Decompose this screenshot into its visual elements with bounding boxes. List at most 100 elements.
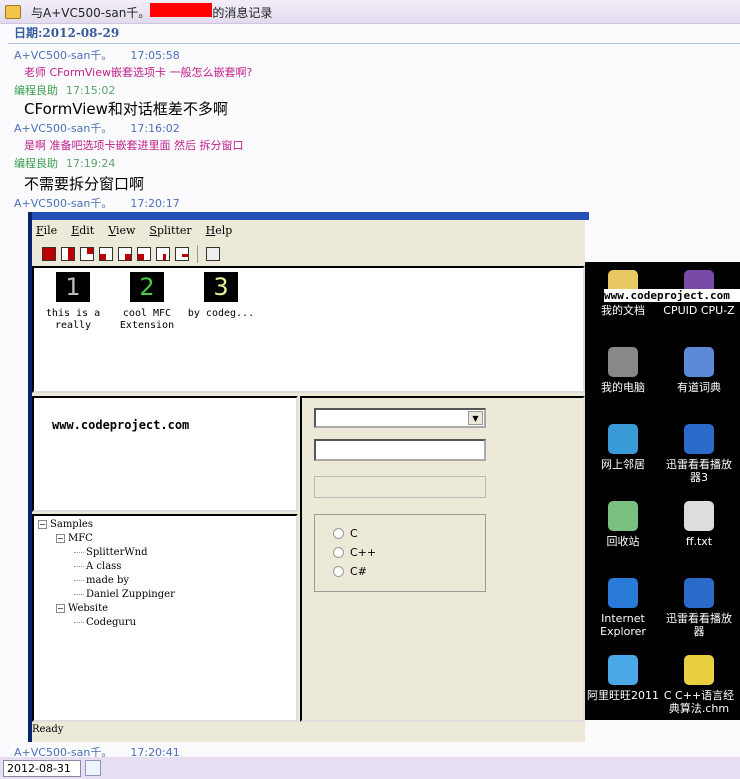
menu-item[interactable]: Splitter bbox=[149, 224, 191, 237]
desktop-icon[interactable]: Internet Explorer bbox=[587, 578, 659, 638]
date-heading: 日期:2012-08-29 bbox=[14, 26, 120, 40]
menu-mnemonic: V bbox=[108, 224, 116, 237]
date-input[interactable]: 2012-08-31 bbox=[3, 760, 81, 777]
message-time: 17:20:17 bbox=[130, 197, 180, 210]
menu-item[interactable]: View bbox=[108, 224, 135, 237]
tree-view: − Samples − MFC SplitterWnd A class made by Dan… bbox=[32, 514, 298, 722]
tree-line bbox=[74, 552, 84, 553]
menu-item[interactable]: Edit bbox=[71, 224, 94, 237]
split-layout-icon[interactable] bbox=[156, 247, 170, 261]
desktop-icon[interactable]: ff.txt bbox=[663, 501, 735, 548]
embedded-app-window: File Edit View Splitter Help 1 this is a reall… bbox=[28, 212, 589, 742]
message-time: 17:19:24 bbox=[66, 157, 116, 170]
radio-option[interactable]: C# bbox=[333, 565, 367, 578]
tree-item[interactable]: SplitterWnd bbox=[74, 546, 148, 560]
desktop-icon-label: 阿里旺旺2011 bbox=[587, 689, 659, 702]
tree-line bbox=[74, 594, 84, 595]
menu-label: plitter bbox=[156, 224, 192, 237]
split-layout-icon[interactable] bbox=[137, 247, 151, 261]
tree-label: Website bbox=[68, 603, 109, 614]
combo-box[interactable]: ▼ bbox=[314, 408, 486, 428]
tree-item[interactable]: A class bbox=[74, 560, 121, 574]
message-header: A+VC500-san千。 17:16:02 bbox=[14, 120, 180, 136]
desktop-icon[interactable]: 迅雷看看播放器 bbox=[663, 578, 735, 638]
desktop-icon-label: ff.txt bbox=[685, 535, 713, 548]
app-icon bbox=[608, 655, 638, 685]
radio-button[interactable] bbox=[333, 547, 344, 558]
thumbnail-label: this is a really bbox=[33, 308, 113, 332]
menu-bar: File Edit View Splitter Help bbox=[36, 224, 232, 237]
tree-item[interactable]: Daniel Zuppinger bbox=[74, 588, 175, 602]
tree-line bbox=[74, 622, 84, 623]
radio-button[interactable] bbox=[333, 566, 344, 577]
desktop-icon[interactable]: 回收站 bbox=[587, 501, 659, 548]
desktop-icon-label: 有道词典 bbox=[677, 381, 721, 394]
radio-button[interactable] bbox=[333, 528, 344, 539]
label-line: Extension bbox=[119, 320, 175, 331]
app-icon bbox=[608, 501, 638, 531]
split-layout-icon[interactable] bbox=[42, 247, 56, 261]
message-header: A+VC500-san千。 17:05:58 bbox=[14, 47, 180, 63]
menu-item[interactable]: Help bbox=[206, 224, 233, 237]
tree-item[interactable]: − Samples bbox=[38, 518, 93, 532]
menu-mnemonic: F bbox=[36, 224, 44, 237]
thumbnail-image[interactable]: 1 bbox=[56, 272, 90, 302]
radio-label: C# bbox=[350, 565, 367, 578]
radio-label: C++ bbox=[350, 546, 377, 559]
title-bar: 与A+VC500-san千。 的消息记录 bbox=[0, 0, 740, 24]
app-icon bbox=[684, 501, 714, 531]
tree-item[interactable]: − Website bbox=[56, 602, 108, 616]
desktop-icon-label: 迅雷看看播放器3 bbox=[666, 458, 732, 484]
sender-name: A+VC500-san千。 bbox=[14, 122, 113, 135]
tree-item[interactable]: made by bbox=[74, 574, 129, 588]
desktop-icon[interactable]: 我的电脑 bbox=[587, 347, 659, 394]
split-layout-icon[interactable] bbox=[99, 247, 113, 261]
thumbnail-label: by codeg... bbox=[181, 308, 261, 320]
tree-item[interactable]: Codeguru bbox=[74, 616, 136, 630]
thumbnail-image[interactable]: 2 bbox=[130, 272, 164, 302]
menu-label: iew bbox=[115, 224, 136, 237]
desktop-icon[interactable]: 阿里旺旺2011 bbox=[587, 655, 659, 702]
window-icon[interactable] bbox=[206, 247, 220, 261]
desktop-icon-label: 回收站 bbox=[606, 535, 640, 548]
app-icon bbox=[684, 578, 714, 608]
desktop-icon[interactable]: C C++语言经典算法.chm bbox=[663, 655, 735, 715]
radio-option[interactable]: C bbox=[333, 527, 358, 540]
desktop-icon[interactable]: 网上邻居 bbox=[587, 424, 659, 471]
desktop-icon[interactable]: 迅雷看看播放器3 bbox=[663, 424, 735, 484]
calendar-icon[interactable] bbox=[85, 760, 101, 776]
tree-label: made by bbox=[86, 575, 129, 586]
desktop-icon-label: 网上邻居 bbox=[601, 458, 645, 471]
tree-item[interactable]: − MFC bbox=[56, 532, 93, 546]
desktop-icon-label: 我的文档 bbox=[601, 304, 645, 317]
message-time: 17:05:58 bbox=[130, 49, 180, 62]
tree-label: SplitterWnd bbox=[86, 547, 148, 558]
dropdown-arrow-icon[interactable]: ▼ bbox=[468, 411, 483, 425]
label-line: really bbox=[54, 320, 92, 331]
desktop-area: 我的文档 CPUID CPU-Z 我的电脑 有道词典网上邻居 迅雷看看播放器3 回收站 ff… bbox=[585, 262, 740, 720]
tree-label: MFC bbox=[68, 533, 93, 544]
chat-icon bbox=[5, 4, 21, 19]
radio-group: C C++ C# bbox=[314, 514, 486, 592]
text-input[interactable] bbox=[314, 439, 486, 461]
toolbar-separator bbox=[197, 245, 198, 263]
desktop-icon-label: CPUID CPU-Z bbox=[663, 304, 735, 317]
split-layout-icon[interactable] bbox=[80, 247, 94, 261]
divider bbox=[8, 43, 740, 44]
menu-item[interactable]: File bbox=[36, 224, 57, 237]
split-layout-icon[interactable] bbox=[175, 247, 189, 261]
label-line: cool MFC bbox=[122, 308, 172, 319]
desktop-icon[interactable]: 有道词典 bbox=[663, 347, 735, 394]
radio-option[interactable]: C++ bbox=[333, 546, 376, 559]
split-layout-icon[interactable] bbox=[118, 247, 132, 261]
collapse-icon[interactable]: − bbox=[56, 534, 65, 543]
thumbnail-image[interactable]: 3 bbox=[204, 272, 238, 302]
collapse-icon[interactable]: − bbox=[56, 604, 65, 613]
text-view: www.codeproject.com bbox=[32, 396, 298, 512]
menu-mnemonic: H bbox=[205, 224, 216, 237]
message-text: 不需要拆分窗口啊 bbox=[24, 175, 145, 193]
collapse-icon[interactable]: − bbox=[38, 520, 47, 529]
sender-name: 编程良助 bbox=[14, 157, 58, 170]
split-layout-icon[interactable] bbox=[61, 247, 75, 261]
disabled-input bbox=[314, 476, 486, 498]
